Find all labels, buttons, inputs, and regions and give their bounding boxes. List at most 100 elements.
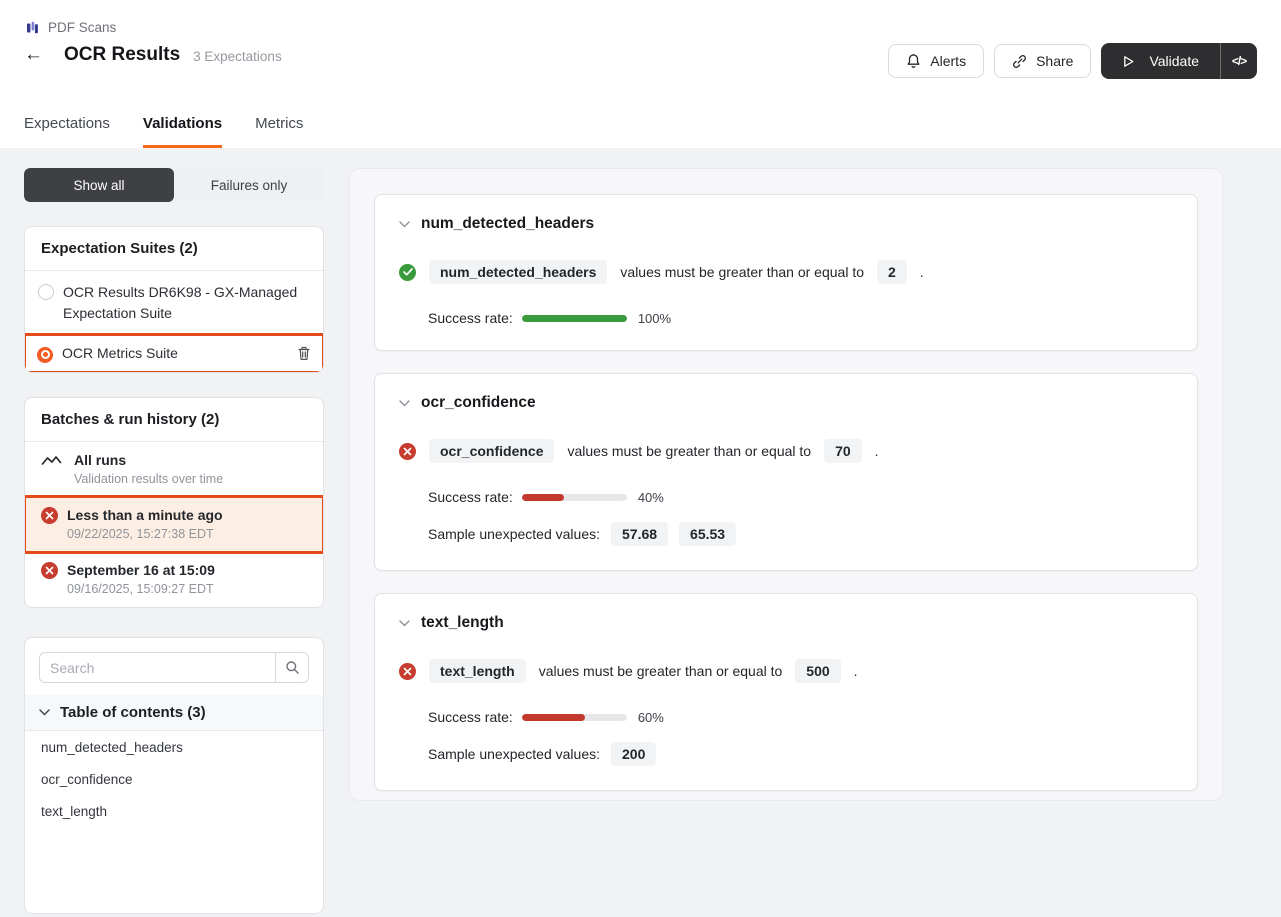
- success-rate-bar: [522, 494, 627, 501]
- tab-validations[interactable]: Validations: [143, 104, 222, 148]
- expectation-card-header[interactable]: num_detected_headers: [399, 215, 1173, 233]
- share-button[interactable]: Share: [994, 44, 1091, 78]
- chevron-down-icon: [399, 620, 410, 627]
- threshold-chip: 70: [824, 439, 862, 463]
- code-icon: </>: [1232, 54, 1246, 68]
- search-button[interactable]: [275, 652, 309, 683]
- run-subtitle: 09/16/2025, 15:09:27 EDT: [67, 582, 215, 596]
- column-chip: ocr_confidence: [429, 439, 554, 463]
- run-history-header: Batches & run history (2): [25, 398, 323, 442]
- validate-button[interactable]: Validate: [1101, 43, 1220, 79]
- delete-suite-button[interactable]: [297, 346, 311, 361]
- page-header: PDF Scans ← OCR Results 3 Expectations A…: [0, 0, 1281, 148]
- radio-selected-icon[interactable]: [37, 347, 53, 363]
- success-rate-bar: [522, 315, 627, 322]
- expectation-count: 3 Expectations: [193, 46, 282, 64]
- failures-only-toggle[interactable]: Failures only: [174, 168, 324, 202]
- sidebar: Show all Failures only Expectation Suite…: [24, 168, 324, 917]
- page-title: OCR Results: [64, 44, 180, 66]
- run-title: September 16 at 15:09: [67, 562, 215, 578]
- alerts-button[interactable]: Alerts: [888, 44, 984, 78]
- error-status-icon: [399, 443, 416, 460]
- threshold-chip: 2: [877, 260, 907, 284]
- success-rate-value: 40%: [638, 490, 664, 505]
- play-icon: [1122, 55, 1135, 68]
- suite-item-ocr-metrics[interactable]: OCR Metrics Suite: [25, 335, 323, 372]
- expectation-card-header[interactable]: text_length: [399, 614, 1173, 632]
- error-status-icon: [399, 663, 416, 680]
- expectation-name: text_length: [421, 614, 504, 632]
- samples-label: Sample unexpected values:: [428, 526, 600, 542]
- success-rate-label: Success rate:: [428, 489, 513, 505]
- threshold-chip: 500: [795, 659, 840, 683]
- results-filter-toggle: Show all Failures only: [24, 168, 324, 202]
- expectation-card-text-length: text_length text_length values must be g…: [374, 593, 1198, 791]
- sample-value-chip: 65.53: [679, 522, 736, 546]
- search-icon: [285, 660, 300, 675]
- expectation-suites-header: Expectation Suites (2): [25, 227, 323, 271]
- code-snippet-button[interactable]: </>: [1221, 43, 1257, 79]
- suite-label: OCR Results DR6K98 - GX-Managed Expectat…: [63, 282, 309, 324]
- column-chip: text_length: [429, 659, 526, 683]
- rule-period: .: [875, 443, 879, 459]
- radio-unselected-icon[interactable]: [38, 284, 54, 300]
- rule-text: values must be greater than or equal to: [539, 663, 783, 679]
- expectation-card-num-detected-headers: num_detected_headers num_detected_header…: [374, 194, 1198, 351]
- rule-text: values must be greater than or equal to: [620, 264, 864, 280]
- sample-value-chip: 57.68: [611, 522, 668, 546]
- suite-item-gx-managed[interactable]: OCR Results DR6K98 - GX-Managed Expectat…: [25, 271, 323, 335]
- expectation-name: num_detected_headers: [421, 215, 594, 233]
- expectation-card-ocr-confidence: ocr_confidence ocr_confidence values mus…: [374, 373, 1198, 571]
- column-chip: num_detected_headers: [429, 260, 607, 284]
- toc-header[interactable]: Table of contents (3): [25, 695, 323, 731]
- run-title: Less than a minute ago: [67, 507, 223, 523]
- run-item-all-runs[interactable]: All runs Validation results over time: [25, 442, 323, 497]
- link-icon: [1012, 54, 1027, 69]
- success-rate-bar: [522, 714, 627, 721]
- run-subtitle: 09/22/2025, 15:27:38 EDT: [67, 527, 223, 541]
- run-item-sep16[interactable]: September 16 at 15:09 09/16/2025, 15:09:…: [25, 552, 323, 607]
- validation-results-panel: num_detected_headers num_detected_header…: [349, 168, 1223, 801]
- toc-item-text-length[interactable]: text_length: [25, 795, 323, 827]
- content-area: Show all Failures only Expectation Suite…: [0, 148, 1281, 917]
- suite-label: OCR Metrics Suite: [62, 343, 289, 364]
- back-arrow-icon[interactable]: ←: [24, 44, 50, 66]
- chevron-down-icon: [399, 221, 410, 228]
- breadcrumb-label: PDF Scans: [48, 20, 116, 35]
- validate-button-group: Validate </>: [1101, 43, 1257, 79]
- tab-bar: Expectations Validations Metrics: [24, 104, 303, 148]
- success-rate-label: Success rate:: [428, 310, 513, 326]
- success-rate-value: 100%: [638, 311, 671, 326]
- chevron-down-icon: [399, 400, 410, 407]
- line-chart-icon: [41, 454, 65, 468]
- validate-button-label: Validate: [1149, 53, 1199, 69]
- run-title: All runs: [74, 452, 223, 468]
- sample-value-chip: 200: [611, 742, 656, 766]
- tab-metrics[interactable]: Metrics: [255, 104, 303, 148]
- error-status-icon: [41, 507, 58, 524]
- alerts-button-label: Alerts: [930, 53, 966, 69]
- toc-item-num-detected-headers[interactable]: num_detected_headers: [25, 731, 323, 763]
- rule-text: values must be greater than or equal to: [567, 443, 811, 459]
- toc-title: Table of contents (3): [60, 704, 206, 721]
- bell-icon: [906, 53, 921, 69]
- tab-expectations[interactable]: Expectations: [24, 104, 110, 148]
- success-rate-label: Success rate:: [428, 709, 513, 725]
- search-input[interactable]: [39, 652, 275, 683]
- share-button-label: Share: [1036, 53, 1073, 69]
- show-all-toggle[interactable]: Show all: [24, 168, 174, 202]
- success-status-icon: [399, 264, 416, 281]
- data-asset-icon: [26, 21, 39, 35]
- success-rate-value: 60%: [638, 710, 664, 725]
- samples-label: Sample unexpected values:: [428, 746, 600, 762]
- expectation-card-header[interactable]: ocr_confidence: [399, 394, 1173, 412]
- breadcrumb[interactable]: PDF Scans: [26, 20, 116, 35]
- expectation-suites-card: Expectation Suites (2) OCR Results DR6K9…: [24, 226, 324, 373]
- toc-item-ocr-confidence[interactable]: ocr_confidence: [25, 763, 323, 795]
- run-subtitle: Validation results over time: [74, 472, 223, 486]
- rule-period: .: [854, 663, 858, 679]
- chevron-down-icon: [39, 709, 50, 716]
- error-status-icon: [41, 562, 58, 579]
- run-history-card: Batches & run history (2) All runs Valid…: [24, 397, 324, 608]
- run-item-latest[interactable]: Less than a minute ago 09/22/2025, 15:27…: [25, 497, 323, 552]
